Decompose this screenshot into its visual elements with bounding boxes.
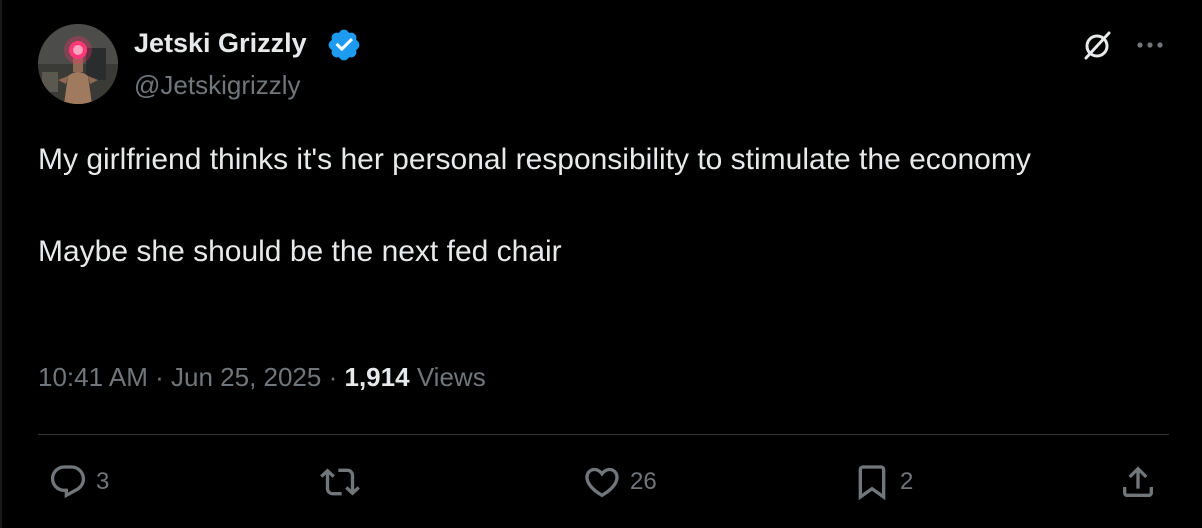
verified-badge-icon[interactable] — [326, 27, 362, 63]
left-border — [0, 0, 2, 528]
heart-icon — [585, 467, 619, 498]
tweet-time[interactable]: 10:41 AM — [38, 362, 148, 392]
tweet-card: Jetski Grizzly @Jetskigrizzly My girlfri… — [0, 0, 1202, 528]
meta-separator: · — [155, 362, 164, 392]
tweet-meta: 10:41 AM · Jun 25, 2025 · 1,914 Views — [38, 362, 486, 393]
reply-count: 3 — [96, 468, 110, 495]
tweet-text-line-1: My girlfriend thinks it's her personal r… — [38, 143, 1031, 176]
bookmark-button[interactable]: 2 — [852, 462, 913, 502]
reply-button[interactable]: 3 — [48, 462, 109, 502]
share-button[interactable] — [1118, 462, 1158, 502]
tweet-text-line-2: Maybe she should be the next fed chair — [38, 235, 562, 268]
share-icon — [1123, 466, 1153, 497]
tweet-text: My girlfriend thinks it's her personal r… — [38, 137, 1158, 275]
bookmark-icon — [858, 465, 886, 501]
divider — [38, 434, 1169, 435]
tweet-date[interactable]: Jun 25, 2025 — [171, 362, 321, 392]
display-name[interactable]: Jetski Grizzly — [134, 28, 307, 59]
retweet-button[interactable] — [320, 462, 368, 502]
like-count: 26 — [630, 468, 657, 495]
avatar[interactable] — [38, 24, 118, 104]
meta-separator: · — [328, 362, 338, 392]
bookmark-count: 2 — [900, 468, 914, 495]
grok-icon[interactable] — [1080, 28, 1114, 62]
like-button[interactable]: 26 — [582, 462, 657, 502]
reply-icon — [50, 465, 86, 499]
views-count: 1,914 — [344, 362, 410, 392]
author-handle[interactable]: @Jetskigrizzly — [134, 70, 301, 101]
retweet-icon — [320, 468, 360, 496]
views-label: Views — [416, 362, 486, 392]
more-icon[interactable] — [1133, 28, 1167, 62]
